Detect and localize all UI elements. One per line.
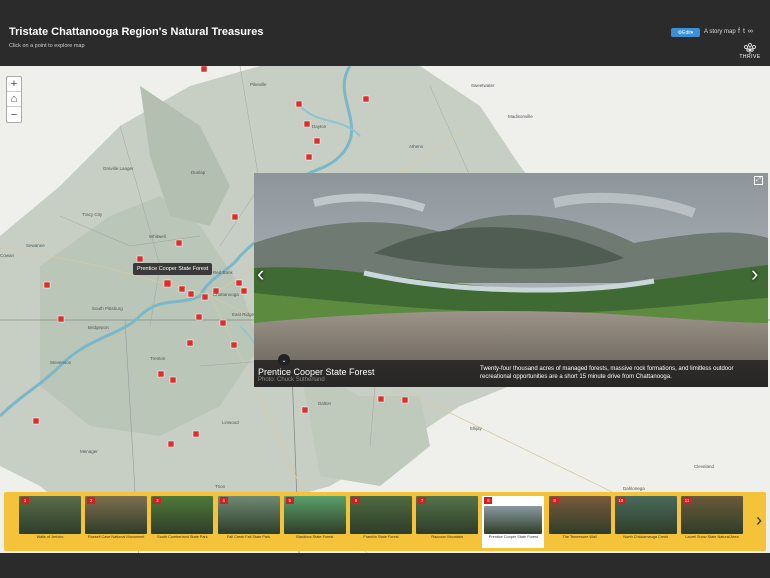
map-label: Stevenson	[50, 360, 72, 365]
map-label: Menager	[80, 449, 98, 454]
thumbnail-label: North Chickamauga Creek	[623, 535, 669, 539]
thumbnail-label: Laurel Snow State Natural Area	[685, 535, 739, 539]
thumbnail-number-badge: 1	[21, 497, 29, 504]
popup-prev-arrow[interactable]: ‹	[257, 261, 264, 287]
carousel-item[interactable]: 6 Franklin State Forest	[350, 496, 412, 548]
photo-popup: ‹ › ⤢ ⌄ Prentice Cooper State Forest Pho…	[254, 173, 768, 387]
map-label: Chattanooga	[213, 292, 239, 297]
map-label: Sweetwater	[471, 83, 495, 88]
twitter-icon[interactable]: t	[743, 28, 745, 35]
thumbnail-number-badge: 5	[285, 497, 294, 504]
thumbnail-image	[484, 506, 543, 534]
map-tooltip: Prentice Cooper State Forest	[133, 263, 213, 275]
thumbnail-label: Raccoon Mountain	[431, 535, 464, 539]
thumbnail-label: South Cumberland State Park	[157, 535, 208, 539]
map-label: Trion	[215, 484, 226, 489]
edit-button[interactable]: ⚙ Edit ▾	[671, 28, 700, 37]
thumbnail-label: The Tennessee Wall	[562, 535, 597, 539]
thumbnail-label: Franklin State Forest	[363, 535, 399, 539]
chevron-down-icon: ▾	[690, 29, 694, 36]
thumbnail-number-badge: 10	[616, 497, 625, 504]
social-links: f t ∞	[738, 28, 753, 35]
thumbnail-label: Blackbox State Forest	[296, 535, 334, 539]
thumbnail-number-badge: 6	[352, 497, 360, 504]
map-label: Bridgeport	[88, 325, 109, 330]
thumbnail-number-badge: 8	[484, 497, 493, 504]
tree-logo-icon	[744, 43, 756, 54]
home-icon: ⌂	[10, 93, 18, 105]
carousel-item[interactable]: 5 Blackbox State Forest	[283, 496, 346, 548]
popup-title: Prentice Cooper State Forest	[258, 367, 375, 377]
thumbnail-number-badge: 11	[683, 497, 691, 504]
caption-toggle-chevron-icon[interactable]: ⌄	[278, 354, 290, 366]
thumbnail-label: Russell Cave National Monument	[88, 535, 145, 539]
popup-next-arrow[interactable]: ›	[751, 261, 758, 287]
expand-icon[interactable]: ⤢	[754, 176, 763, 185]
popup-photo	[254, 173, 768, 387]
photo-credit: Photo: Chuck Sutherland	[258, 377, 325, 383]
map-label: Whitwell	[149, 234, 166, 239]
thumbnail-label: Prentice Cooper State Forest	[488, 535, 538, 539]
map-label: Tracy City	[82, 212, 103, 217]
facebook-icon[interactable]: f	[738, 28, 740, 35]
page-title: Tristate Chattanooga Region's Natural Tr…	[9, 26, 264, 38]
carousel-item[interactable]: 8 Prentice Cooper State Forest	[482, 496, 545, 548]
zoom-out-button[interactable]: −	[7, 107, 21, 122]
thrive-logo[interactable]: THRIVE	[737, 42, 763, 62]
zoom-in-button[interactable]: +	[7, 77, 21, 92]
thumbnail-carousel: 1 Walls of Jericho 2 Russell Cave National …	[4, 492, 766, 551]
page-subtitle: Click on a point to explore map	[9, 43, 85, 49]
home-button[interactable]: ⌂	[7, 92, 21, 107]
carousel-item[interactable]: 11 Laurel Snow State Natural Area	[681, 496, 743, 548]
map-label: East Ridge	[232, 312, 255, 317]
map-label: Dayton	[312, 124, 327, 129]
carousel-item[interactable]: 4 Fall Creek Fall State Park	[217, 496, 280, 548]
map-label: Cowan	[0, 253, 15, 258]
carousel-item[interactable]: 10 North Chickamauga Creek	[614, 496, 677, 548]
map-label: Graville Laager	[103, 166, 134, 171]
zoom-controls: + ⌂ −	[6, 76, 22, 123]
thumbnail-number-badge: 3	[153, 497, 162, 504]
map-label: South Pittsburg	[92, 306, 123, 311]
thumbnail-number-badge: 9	[550, 497, 559, 504]
map-label: Dahlonega	[623, 486, 645, 491]
thumbnail-number-badge: 2	[87, 497, 96, 504]
popup-caption: ⌄ Prentice Cooper State Forest Photo: Ch…	[254, 354, 768, 387]
link-icon[interactable]: ∞	[748, 28, 753, 35]
carousel-next-arrow[interactable]: ›	[756, 510, 762, 531]
edit-label: Edit	[682, 29, 691, 36]
storymap-label: A story map	[704, 29, 736, 35]
map-label: Sewanee	[26, 243, 45, 248]
carousel-item[interactable]: 7 Raccoon Mountain	[416, 496, 479, 548]
thumbnail-number-badge: 7	[418, 497, 427, 504]
thumbnail-label: Fall Creek Fall State Park	[226, 535, 271, 539]
story-map-app: Tristate Chattanooga Region's Natural Tr…	[0, 0, 770, 578]
map-label: Pikeville	[250, 82, 267, 87]
map-label: Trenton	[150, 356, 166, 361]
popup-description: Twenty-four thousand acres of managed fo…	[480, 366, 734, 380]
map-label: Red Bank	[213, 270, 233, 275]
map-label: Dalton	[318, 401, 332, 406]
map-label: Dunlap	[191, 170, 206, 175]
carousel-item[interactable]: 3 South Cumberland State Park	[151, 496, 214, 548]
thumbnail-number-badge: 4	[219, 497, 228, 504]
carousel-item[interactable]: 2 Russell Cave National Monument	[85, 496, 148, 548]
footer-bar	[0, 553, 770, 578]
logo-text: THRIVE	[739, 54, 761, 60]
map-label: Ellijay	[470, 426, 482, 431]
map-label: Linwood	[222, 420, 239, 425]
map-label: Athens	[409, 144, 424, 149]
header: Tristate Chattanooga Region's Natural Tr…	[0, 0, 770, 66]
map-label: Madisonville	[508, 114, 533, 119]
carousel-item[interactable]: 1 Walls of Jericho	[19, 496, 81, 548]
thumbnail-label: Walls of Jericho	[36, 535, 64, 539]
carousel-item[interactable]: 9 The Tennessee Wall	[548, 496, 611, 548]
map-label: Cleveland	[694, 464, 715, 469]
